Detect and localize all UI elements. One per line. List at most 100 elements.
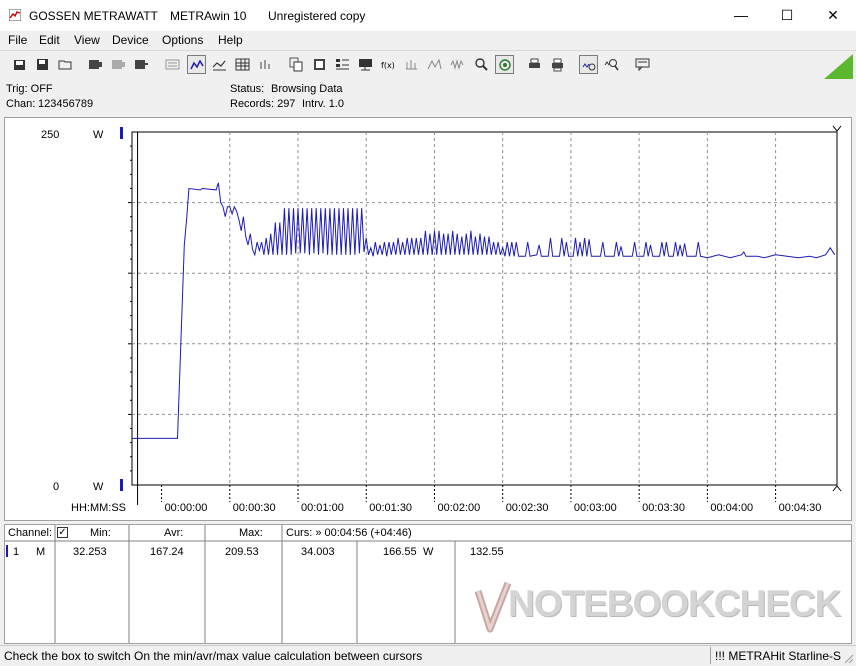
export-button[interactable]	[310, 55, 329, 74]
interval-value: Intrv. 1.0	[302, 98, 344, 110]
svg-text:f(x): f(x)	[381, 61, 395, 70]
save-button[interactable]	[33, 55, 52, 74]
close-icon: ✕	[827, 7, 839, 23]
channel-header: Channel:	[8, 527, 53, 539]
cursor-header: Curs: » 00:04:56 (+04:46)	[286, 527, 412, 539]
status-hint: Check the box to switch On the min/avr/m…	[4, 649, 423, 663]
search-button[interactable]	[602, 55, 621, 74]
open-folder-button[interactable]	[56, 55, 75, 74]
table-icon	[235, 58, 250, 71]
device-send-icon	[135, 60, 148, 69]
trend-view-button[interactable]	[210, 55, 229, 74]
range-checkbox[interactable]: ✓	[57, 527, 68, 538]
status-label: Status:	[230, 83, 265, 95]
min-header: Min:	[90, 527, 111, 539]
stats-table: Channel: ✓ Min: Avr: Max: Curs: » 00:04:…	[4, 524, 852, 644]
folder-icon	[58, 60, 72, 70]
channel-label: Chan:	[6, 98, 36, 110]
device-read-button[interactable]	[86, 55, 105, 74]
formula-button[interactable]: f(x)	[379, 55, 398, 74]
open-file-icon	[14, 60, 25, 70]
list-view-button[interactable]	[163, 55, 182, 74]
maximize-icon: ☐	[780, 7, 794, 23]
bar-view-button[interactable]	[256, 55, 275, 74]
graph-view-icon	[190, 59, 204, 70]
minimize-button[interactable]: —	[718, 0, 764, 31]
bar-chart-icon	[260, 60, 270, 69]
peak-button[interactable]	[425, 55, 444, 74]
auto-scale-icon	[499, 59, 511, 71]
notebookcheck-logo-icon	[474, 581, 512, 633]
peak-icon	[427, 58, 442, 70]
app-icon	[9, 9, 21, 21]
trend-view-icon	[212, 60, 226, 71]
row-channel-index: 1	[13, 546, 20, 558]
zoom-icon	[475, 58, 488, 71]
status-bar: Check the box to switch On the min/avr/m…	[0, 645, 856, 666]
comment-icon	[635, 58, 650, 72]
menu-help[interactable]: Help	[218, 33, 243, 47]
menu-edit[interactable]: Edit	[39, 33, 60, 47]
device-icon	[89, 60, 102, 69]
monitor-button[interactable]	[356, 55, 375, 74]
wave-button[interactable]	[448, 55, 467, 74]
x-tick-label: 00:03:00	[574, 502, 617, 514]
y-min-label: 0	[53, 481, 59, 493]
x-tick-label: 00:03:30	[642, 502, 685, 514]
graph-panel[interactable]: 00:00:00 00:00:30 00:01:00 00:01:30 00:02:00…	[4, 117, 852, 521]
app-title: METRAwin 10	[170, 9, 247, 23]
close-button[interactable]: ✕	[810, 0, 856, 31]
print-button[interactable]	[525, 55, 544, 74]
menu-file[interactable]: File	[8, 33, 27, 47]
table-view-button[interactable]	[233, 55, 252, 74]
cursor-graph-button[interactable]	[579, 55, 598, 74]
scale-button[interactable]	[402, 55, 421, 74]
data-list-button[interactable]	[333, 55, 352, 74]
bottom-right-arrow-icon	[832, 485, 842, 492]
watermark-text: NOTEBOOKCHECK	[508, 583, 841, 624]
search-icon	[604, 59, 619, 71]
title-bar: GOSSEN METRAWATT METRAwin 10 Unregistere…	[0, 0, 856, 31]
license-title: Unregistered copy	[268, 9, 366, 23]
scale-icon	[406, 60, 417, 70]
data-list-icon	[336, 59, 349, 70]
export-icon	[314, 59, 325, 70]
wave-icon	[450, 59, 464, 70]
x-tick-label: 00:02:30	[506, 502, 549, 514]
signal-indicator-icon	[824, 54, 853, 79]
minimize-icon: —	[734, 7, 748, 23]
print-preview-button[interactable]	[548, 55, 567, 74]
maximize-button[interactable]: ☐	[764, 0, 810, 31]
y-unit-top: W	[93, 129, 104, 141]
device-send-button[interactable]	[132, 55, 151, 74]
open-button[interactable]	[10, 55, 29, 74]
zoom-button[interactable]	[472, 55, 491, 74]
channel-scale-marker-bottom	[120, 479, 123, 491]
y-max-label: 250	[41, 129, 59, 141]
x-axis-label: HH:MM:SS	[71, 502, 126, 514]
save-icon	[37, 59, 48, 70]
comment-button[interactable]	[633, 55, 652, 74]
toolbar: f(x)	[0, 50, 856, 81]
row-cursor-avg: 166.55	[383, 546, 417, 558]
avr-header: Avr:	[164, 527, 184, 539]
x-tick-label: 00:04:30	[779, 502, 822, 514]
row-unit: W	[423, 546, 434, 558]
y-unit-bottom: W	[93, 481, 104, 493]
graph-view-button[interactable]	[187, 55, 206, 74]
list-view-icon	[165, 59, 180, 70]
auto-scale-button[interactable]	[495, 55, 514, 74]
row-avr-value: 167.24	[150, 546, 184, 558]
resize-grip-icon[interactable]	[842, 652, 854, 664]
power-chart[interactable]: 00:00:00 00:00:30 00:01:00 00:01:30 00:02:00…	[5, 118, 851, 520]
menu-options[interactable]: Options	[162, 33, 203, 47]
device-disabled-icon	[112, 60, 125, 69]
print-icon	[529, 58, 540, 68]
menu-view[interactable]: View	[74, 33, 100, 47]
status-value: Browsing Data	[271, 83, 343, 95]
copy-button[interactable]	[287, 55, 306, 74]
device-disabled-button[interactable]	[109, 55, 128, 74]
menu-device[interactable]: Device	[112, 33, 149, 47]
cursor-graph-icon	[582, 63, 596, 71]
trigger-status: Trig: OFF	[6, 83, 53, 95]
